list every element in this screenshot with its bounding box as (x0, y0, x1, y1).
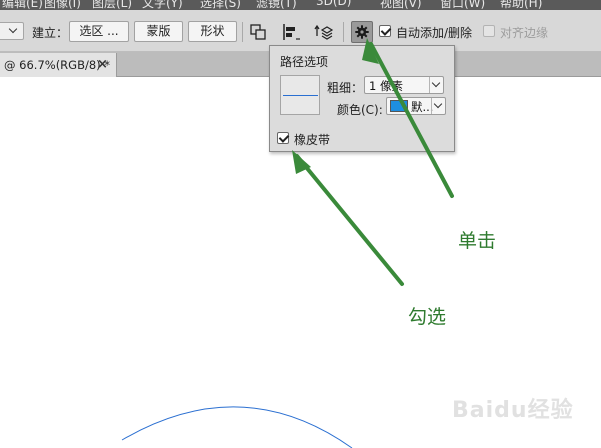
check-arrow-line (295, 154, 404, 286)
annotation-click-label: 单击 (458, 230, 497, 252)
annotation-arrows (292, 38, 454, 286)
watermark-text: Baidu经验 (452, 398, 574, 423)
annotation-check-label: 勾选 (408, 306, 447, 328)
baidu-watermark: Baidu经验 (452, 384, 576, 428)
click-arrow-line (369, 42, 454, 198)
